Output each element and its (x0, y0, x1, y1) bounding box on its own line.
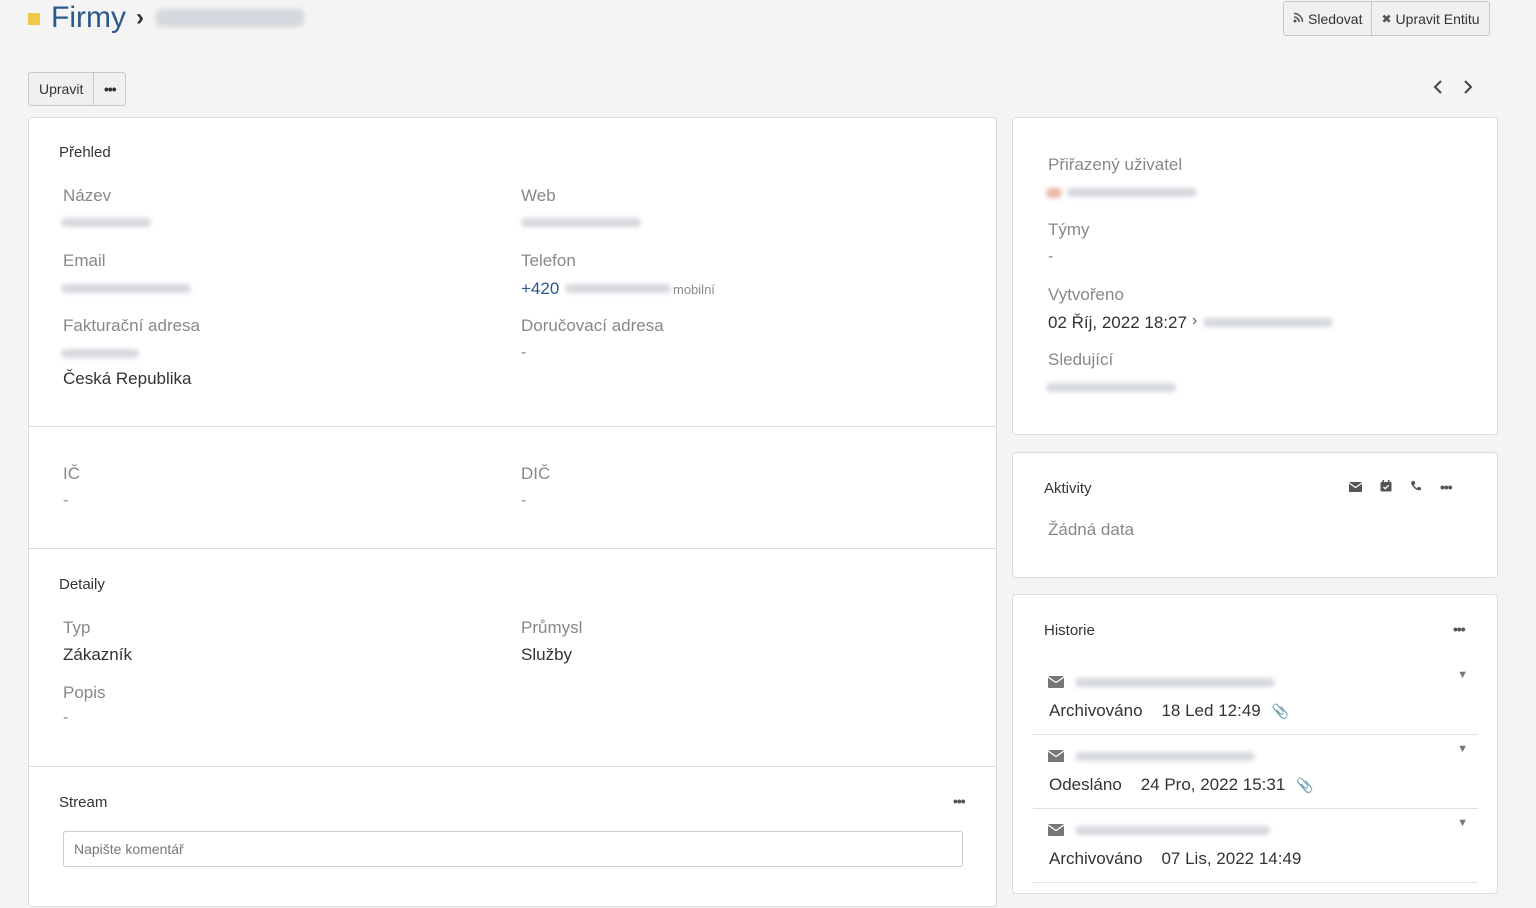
rss-icon (1293, 12, 1304, 26)
edit-entity-button[interactable]: ✖ Upravit Entitu (1371, 2, 1488, 35)
breadcrumb-chevron-icon: › (135, 4, 144, 31)
stream-title: Stream (59, 794, 108, 811)
teams-value: - (1048, 248, 1054, 265)
phone-prefix[interactable]: +420 (521, 279, 559, 299)
phone-type: mobilní (673, 282, 715, 297)
shipping-address-value: - (521, 344, 527, 361)
email-value-redacted[interactable] (61, 284, 191, 293)
industry-value: Služby (521, 645, 573, 664)
ic-label: IČ (63, 464, 80, 483)
envelope-icon (1047, 749, 1065, 766)
activities-actions: ••• (1348, 479, 1453, 495)
page-header: Firmy › (28, 0, 304, 36)
teams-label: Týmy (1048, 220, 1090, 239)
activities-more-icon[interactable]: ••• (1440, 479, 1453, 495)
history-item-status: Archivováno (1049, 701, 1143, 720)
edit-entity-label: Upravit Entitu (1395, 10, 1480, 27)
followers-label: Sledující (1048, 350, 1114, 369)
history-item[interactable]: ▼ Archivováno 07 Lis, 2022 14:49 (1033, 809, 1478, 883)
calendar-icon[interactable] (1380, 479, 1392, 495)
history-subject-redacted[interactable] (1075, 826, 1270, 835)
history-item-date: 24 Pro, 2022 15:31 (1140, 775, 1286, 794)
email-label: Email (63, 251, 106, 270)
history-item[interactable]: ▼ Archivováno 18 Led 12:49 📎 (1033, 661, 1478, 735)
assigned-user-avatar (1046, 188, 1062, 198)
activities-panel: Aktivity ••• Žádná data (1012, 452, 1498, 578)
assigned-user-label: Přiřazený uživatel (1048, 155, 1183, 174)
caret-down-icon[interactable]: ▼ (1457, 669, 1468, 681)
billing-country: Česká Republika (63, 369, 192, 388)
overview-title: Přehled (59, 144, 111, 161)
history-subject-redacted[interactable] (1075, 752, 1255, 761)
history-subject-redacted[interactable] (1075, 678, 1275, 687)
description-label: Popis (63, 683, 106, 702)
industry-label: Průmysl (521, 618, 583, 637)
follow-button[interactable]: Sledovat (1284, 2, 1371, 35)
created-value: 02 Říj, 2022 18:27 (1048, 313, 1187, 332)
header-actions: Sledovat ✖ Upravit Entitu (1283, 1, 1490, 36)
previous-record-icon[interactable] (1432, 76, 1444, 104)
billing-address-label: Fakturační adresa (63, 316, 201, 335)
history-item-status: Odesláno (1049, 775, 1122, 794)
paperclip-icon: 📎 (1296, 777, 1314, 793)
web-label: Web (521, 186, 556, 205)
paperclip-icon: 📎 (1271, 703, 1289, 719)
shipping-address-label: Doručovací adresa (521, 316, 664, 335)
phone-label: Telefon (521, 251, 576, 270)
record-info-panel: Přiřazený uživatel Týmy - Vytvořeno 02 Ř… (1012, 117, 1498, 435)
dic-label: DIČ (521, 464, 551, 483)
registration-section: IČ - DIČ - (29, 426, 996, 548)
activities-empty: Žádná data (1048, 520, 1135, 539)
details-title: Detaily (59, 576, 105, 593)
comment-input[interactable] (63, 831, 963, 867)
billing-street-redacted (61, 349, 139, 358)
web-value-redacted[interactable] (521, 218, 641, 227)
edit-button[interactable]: Upravit (29, 73, 93, 105)
history-item-status-line: Archivováno 18 Led 12:49 📎 (1049, 701, 1289, 721)
main-record-panel: Přehled Název Web Email Telefon +420 mob… (28, 117, 997, 907)
dic-value: - (521, 492, 527, 509)
stream-more-icon[interactable]: ••• (953, 793, 966, 809)
envelope-icon (1047, 675, 1065, 692)
name-label: Název (63, 186, 112, 205)
assigned-user-redacted[interactable] (1067, 188, 1197, 197)
history-item-status-line: Odesláno 24 Pro, 2022 15:31 📎 (1049, 775, 1313, 795)
history-item-status: Archivováno (1049, 849, 1143, 868)
more-actions-button[interactable]: ••• (93, 73, 125, 105)
created-by-chevron-icon: › (1192, 312, 1198, 329)
history-item-date: 07 Lis, 2022 14:49 (1161, 849, 1302, 868)
follow-label: Sledovat (1308, 10, 1363, 27)
followers-redacted[interactable] (1046, 383, 1176, 392)
caret-down-icon[interactable]: ▼ (1457, 817, 1468, 829)
entity-color-mark (28, 13, 40, 25)
history-panel: Historie ••• ▼ Archivováno 18 Led 12:49 … (1012, 594, 1498, 894)
ic-value: - (63, 492, 69, 509)
history-title: Historie (1044, 622, 1095, 639)
caret-down-icon[interactable]: ▼ (1457, 743, 1468, 755)
history-item-status-line: Archivováno 07 Lis, 2022 14:49 (1049, 849, 1301, 869)
tools-icon: ✖ (1381, 11, 1392, 26)
history-item[interactable]: ▼ Odesláno 24 Pro, 2022 15:31 📎 (1033, 735, 1478, 809)
next-record-icon[interactable] (1462, 76, 1474, 104)
activities-title: Aktivity (1044, 480, 1092, 497)
created-by-redacted[interactable] (1203, 318, 1333, 327)
envelope-icon (1047, 823, 1065, 840)
type-value: Zákazník (63, 645, 132, 664)
history-item-date: 18 Led 12:49 (1161, 701, 1261, 720)
envelope-icon[interactable] (1348, 479, 1363, 495)
created-label: Vytvořeno (1048, 285, 1124, 304)
type-label: Typ (63, 618, 91, 637)
record-toolbar: Upravit ••• (28, 72, 127, 106)
history-more-icon[interactable]: ••• (1453, 621, 1466, 637)
phone-number-redacted[interactable] (565, 284, 671, 293)
record-name-redacted (155, 9, 304, 27)
phone-icon[interactable] (1410, 479, 1422, 495)
details-section: Detaily Typ Zákazník Průmysl Služby Popi… (29, 548, 996, 766)
entity-list-link[interactable]: Firmy (51, 1, 126, 35)
description-value: - (63, 709, 69, 726)
name-value-redacted (61, 218, 151, 227)
record-pager (1432, 76, 1474, 104)
